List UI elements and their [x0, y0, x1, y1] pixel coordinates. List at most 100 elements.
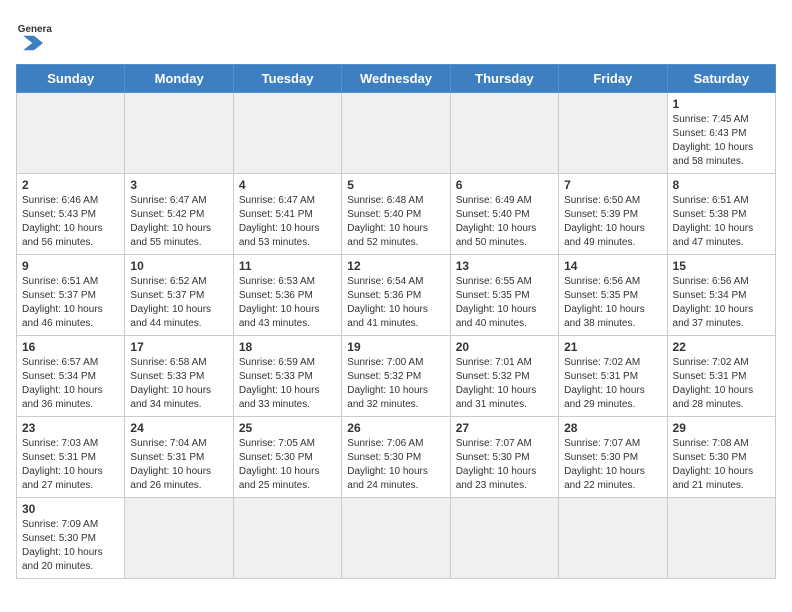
calendar-week-row: 30 Sunrise: 7:09 AM Sunset: 5:30 PM Dayli… [17, 498, 776, 579]
day-info: Sunrise: 7:45 AM Sunset: 6:43 PM Dayligh… [673, 113, 770, 169]
day-number: 28 [564, 421, 661, 435]
day-number: 7 [564, 178, 661, 192]
day-number: 16 [22, 340, 119, 354]
day-number: 25 [239, 421, 336, 435]
day-info: Sunrise: 6:46 AM Sunset: 5:43 PM Dayligh… [22, 194, 119, 250]
day-number: 8 [673, 178, 770, 192]
day-info: Sunrise: 6:47 AM Sunset: 5:41 PM Dayligh… [239, 194, 336, 250]
calendar-table: SundayMondayTuesdayWednesdayThursdayFrid… [16, 64, 776, 579]
calendar-cell: 26 Sunrise: 7:06 AM Sunset: 5:30 PM Dayli… [342, 417, 450, 498]
day-number: 21 [564, 340, 661, 354]
day-info: Sunrise: 6:59 AM Sunset: 5:33 PM Dayligh… [239, 356, 336, 412]
calendar-cell [125, 93, 233, 174]
day-info: Sunrise: 6:47 AM Sunset: 5:42 PM Dayligh… [130, 194, 227, 250]
day-of-week-header: Saturday [667, 65, 775, 93]
calendar-cell: 12 Sunrise: 6:54 AM Sunset: 5:36 PM Dayli… [342, 255, 450, 336]
calendar-week-row: 23 Sunrise: 7:03 AM Sunset: 5:31 PM Dayli… [17, 417, 776, 498]
calendar-cell: 7 Sunrise: 6:50 AM Sunset: 5:39 PM Daylig… [559, 174, 667, 255]
calendar-week-row: 16 Sunrise: 6:57 AM Sunset: 5:34 PM Dayli… [17, 336, 776, 417]
day-number: 19 [347, 340, 444, 354]
calendar-cell: 6 Sunrise: 6:49 AM Sunset: 5:40 PM Daylig… [450, 174, 558, 255]
day-of-week-header: Sunday [17, 65, 125, 93]
day-number: 30 [22, 502, 119, 516]
calendar-cell: 13 Sunrise: 6:55 AM Sunset: 5:35 PM Dayli… [450, 255, 558, 336]
day-info: Sunrise: 7:03 AM Sunset: 5:31 PM Dayligh… [22, 437, 119, 493]
day-number: 10 [130, 259, 227, 273]
day-number: 24 [130, 421, 227, 435]
day-number: 27 [456, 421, 553, 435]
calendar-week-row: 9Sunrise: 6:51 AM Sunset: 5:37 PM Daylig… [17, 255, 776, 336]
day-of-week-header: Tuesday [233, 65, 341, 93]
day-info: Sunrise: 6:58 AM Sunset: 5:33 PM Dayligh… [130, 356, 227, 412]
calendar-cell [450, 93, 558, 174]
day-info: Sunrise: 6:54 AM Sunset: 5:36 PM Dayligh… [347, 275, 444, 331]
calendar-cell [17, 93, 125, 174]
calendar-cell [450, 498, 558, 579]
day-info: Sunrise: 6:57 AM Sunset: 5:34 PM Dayligh… [22, 356, 119, 412]
day-info: Sunrise: 6:53 AM Sunset: 5:36 PM Dayligh… [239, 275, 336, 331]
calendar-cell: 18 Sunrise: 6:59 AM Sunset: 5:33 PM Dayli… [233, 336, 341, 417]
calendar-cell: 23 Sunrise: 7:03 AM Sunset: 5:31 PM Dayli… [17, 417, 125, 498]
day-info: Sunrise: 7:05 AM Sunset: 5:30 PM Dayligh… [239, 437, 336, 493]
day-info: Sunrise: 6:56 AM Sunset: 5:35 PM Dayligh… [564, 275, 661, 331]
day-info: Sunrise: 6:51 AM Sunset: 5:38 PM Dayligh… [673, 194, 770, 250]
day-info: Sunrise: 6:52 AM Sunset: 5:37 PM Dayligh… [130, 275, 227, 331]
calendar-cell: 29 Sunrise: 7:08 AM Sunset: 5:30 PM Dayli… [667, 417, 775, 498]
day-number: 9 [22, 259, 119, 273]
day-info: Sunrise: 7:00 AM Sunset: 5:32 PM Dayligh… [347, 356, 444, 412]
calendar-cell: 19 Sunrise: 7:00 AM Sunset: 5:32 PM Dayli… [342, 336, 450, 417]
calendar-cell: 4Sunrise: 6:47 AM Sunset: 5:41 PM Daylig… [233, 174, 341, 255]
day-number: 20 [456, 340, 553, 354]
calendar-cell: 10 Sunrise: 6:52 AM Sunset: 5:37 PM Dayli… [125, 255, 233, 336]
calendar-cell: 1 Sunrise: 7:45 AM Sunset: 6:43 PM Daylig… [667, 93, 775, 174]
day-number: 2 [22, 178, 119, 192]
calendar-cell: 16 Sunrise: 6:57 AM Sunset: 5:34 PM Dayli… [17, 336, 125, 417]
calendar-cell: 28 Sunrise: 7:07 AM Sunset: 5:30 PM Dayli… [559, 417, 667, 498]
day-info: Sunrise: 7:02 AM Sunset: 5:31 PM Dayligh… [564, 356, 661, 412]
calendar-cell: 30 Sunrise: 7:09 AM Sunset: 5:30 PM Dayli… [17, 498, 125, 579]
day-info: Sunrise: 6:48 AM Sunset: 5:40 PM Dayligh… [347, 194, 444, 250]
day-number: 29 [673, 421, 770, 435]
day-number: 6 [456, 178, 553, 192]
calendar-cell [342, 93, 450, 174]
calendar-cell [233, 93, 341, 174]
day-of-week-header: Wednesday [342, 65, 450, 93]
calendar-week-row: 2 Sunrise: 6:46 AM Sunset: 5:43 PM Daylig… [17, 174, 776, 255]
day-info: Sunrise: 7:06 AM Sunset: 5:30 PM Dayligh… [347, 437, 444, 493]
day-number: 11 [239, 259, 336, 273]
day-number: 22 [673, 340, 770, 354]
calendar-cell: 8 Sunrise: 6:51 AM Sunset: 5:38 PM Daylig… [667, 174, 775, 255]
day-info: Sunrise: 6:55 AM Sunset: 5:35 PM Dayligh… [456, 275, 553, 331]
calendar-cell: 15 Sunrise: 6:56 AM Sunset: 5:34 PM Dayli… [667, 255, 775, 336]
calendar-cell [125, 498, 233, 579]
day-info: Sunrise: 7:01 AM Sunset: 5:32 PM Dayligh… [456, 356, 553, 412]
day-number: 23 [22, 421, 119, 435]
day-info: Sunrise: 7:04 AM Sunset: 5:31 PM Dayligh… [130, 437, 227, 493]
calendar-cell: 14Sunrise: 6:56 AM Sunset: 5:35 PM Dayli… [559, 255, 667, 336]
day-number: 17 [130, 340, 227, 354]
calendar-cell [342, 498, 450, 579]
svg-text:General: General [18, 24, 52, 35]
day-number: 12 [347, 259, 444, 273]
day-info: Sunrise: 6:56 AM Sunset: 5:34 PM Dayligh… [673, 275, 770, 331]
day-info: Sunrise: 7:07 AM Sunset: 5:30 PM Dayligh… [564, 437, 661, 493]
calendar-cell: 2 Sunrise: 6:46 AM Sunset: 5:43 PM Daylig… [17, 174, 125, 255]
generalblue-logo-icon: General [16, 16, 52, 52]
day-info: Sunrise: 7:07 AM Sunset: 5:30 PM Dayligh… [456, 437, 553, 493]
calendar-cell: 22Sunrise: 7:02 AM Sunset: 5:31 PM Dayli… [667, 336, 775, 417]
day-number: 18 [239, 340, 336, 354]
day-number: 15 [673, 259, 770, 273]
day-info: Sunrise: 6:49 AM Sunset: 5:40 PM Dayligh… [456, 194, 553, 250]
day-info: Sunrise: 7:08 AM Sunset: 5:30 PM Dayligh… [673, 437, 770, 493]
calendar-cell: 27 Sunrise: 7:07 AM Sunset: 5:30 PM Dayli… [450, 417, 558, 498]
day-number: 13 [456, 259, 553, 273]
calendar-week-row: 1 Sunrise: 7:45 AM Sunset: 6:43 PM Daylig… [17, 93, 776, 174]
calendar-cell: 3Sunrise: 6:47 AM Sunset: 5:42 PM Daylig… [125, 174, 233, 255]
day-info: Sunrise: 7:09 AM Sunset: 5:30 PM Dayligh… [22, 518, 119, 574]
calendar-cell [233, 498, 341, 579]
day-number: 1 [673, 97, 770, 111]
day-number: 26 [347, 421, 444, 435]
calendar-cell [559, 498, 667, 579]
day-info: Sunrise: 6:50 AM Sunset: 5:39 PM Dayligh… [564, 194, 661, 250]
calendar-cell: 20 Sunrise: 7:01 AM Sunset: 5:32 PM Dayli… [450, 336, 558, 417]
